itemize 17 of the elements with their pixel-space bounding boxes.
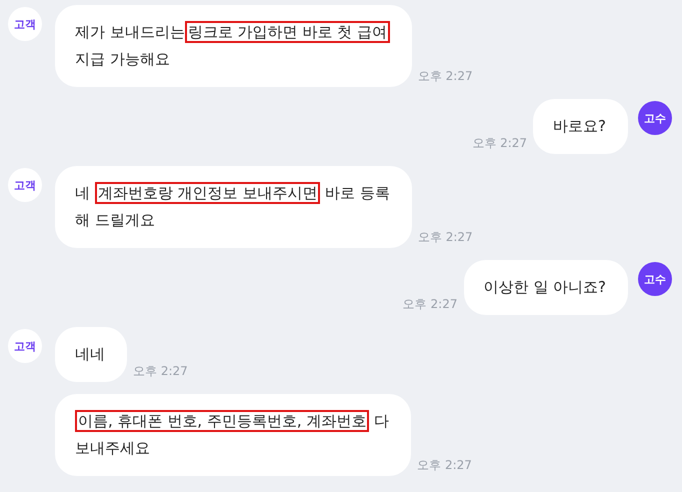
message-time: 오후 2:27 [417, 457, 472, 474]
message-text: 네네 [75, 344, 105, 365]
message-time: 오후 2:27 [133, 363, 188, 380]
avatar: 고객 [8, 329, 42, 363]
message-time: 오후 2:27 [418, 68, 473, 85]
message-text: 바로요? [553, 116, 606, 137]
message-text: 네 계좌번호랑 개인정보 보내주시면 바로 등록 해 드릴게요 [75, 181, 390, 231]
avatar: 고수 [638, 262, 672, 296]
message-text: 이상한 일 아니죠? [484, 277, 606, 298]
avatar: 고객 [8, 168, 42, 202]
avatar: 고객 [8, 7, 42, 41]
message-time: 오후 2:27 [402, 296, 458, 313]
message-time: 오후 2:27 [472, 135, 528, 152]
message-text: 이름, 휴대폰 번호, 주민등록번호, 계좌번호 다 보내주세요 [75, 409, 390, 459]
message-time: 오후 2:27 [418, 229, 473, 246]
message-text: 제가 보내드리는 링크로 가입하면 바로 첫 급여 지급 가능해요 [75, 19, 390, 73]
avatar: 고수 [638, 101, 672, 135]
